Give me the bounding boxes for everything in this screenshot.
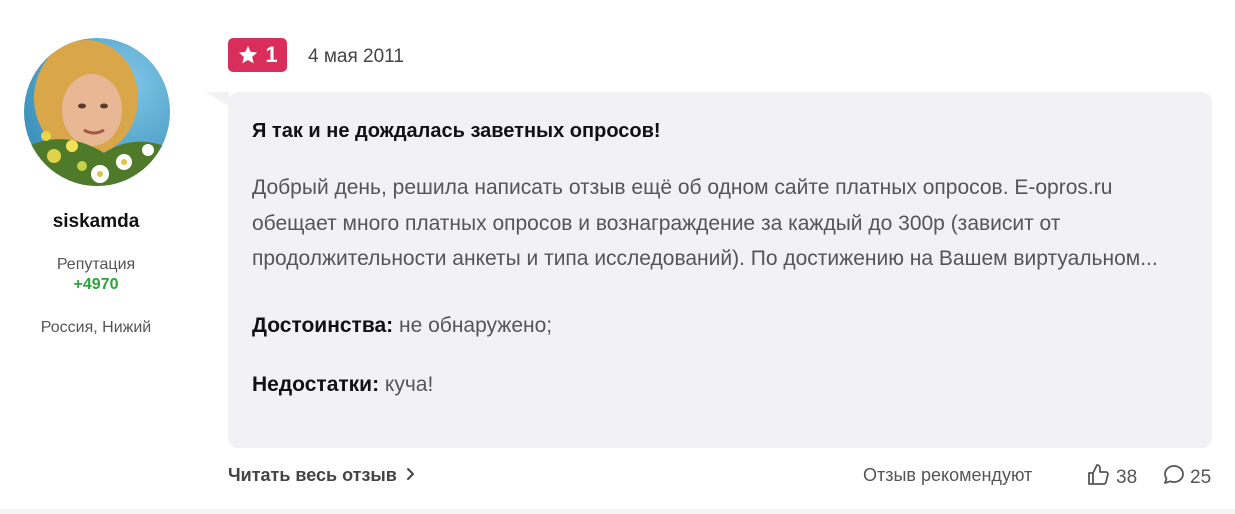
pros: Достоинства: не обнаружено; [252, 313, 1188, 339]
review-card[interactable]: Я так и не дождалась заветных опросов! Д… [228, 92, 1212, 448]
review-text[interactable]: Добрый день, решила написать отзыв ещё о… [252, 170, 1182, 277]
reputation-value: +4970 [73, 276, 119, 293]
rating-value: 1 [265, 42, 278, 67]
reputation-label: Репутация [56, 256, 136, 273]
chevron-right-icon [405, 465, 415, 486]
likes-count: 38 [1116, 467, 1138, 488]
divider [0, 509, 1235, 514]
cons-label: Недостатки: [252, 372, 380, 396]
review-title[interactable]: Я так и не дождалась заветных опросов! [252, 118, 1188, 144]
cons: Недостатки: куча! [252, 372, 1188, 398]
bubble-tail [205, 92, 229, 106]
star-icon [237, 44, 259, 66]
thumbs-up-icon [1086, 463, 1110, 493]
review-date: 4 мая 2011 [308, 46, 404, 67]
comment-icon [1162, 463, 1186, 493]
read-more-link[interactable]: Читать весь отзыв [228, 465, 415, 486]
avatar[interactable] [24, 38, 170, 186]
recommend-label: Отзыв рекомендуют [863, 465, 1033, 485]
comments-button[interactable]: 25 [1162, 463, 1211, 493]
username[interactable]: siskamda [0, 211, 192, 233]
comments-count: 25 [1190, 467, 1212, 488]
cons-value: куча! [384, 372, 434, 396]
pros-value: не обнаружено; [399, 313, 553, 337]
like-button[interactable]: 38 [1086, 463, 1137, 493]
rating-badge: 1 [228, 38, 287, 72]
read-more-label: Читать весь отзыв [228, 465, 397, 485]
pros-label: Достоинства: [252, 313, 394, 337]
author-location: Россия, Нижий [40, 319, 152, 336]
